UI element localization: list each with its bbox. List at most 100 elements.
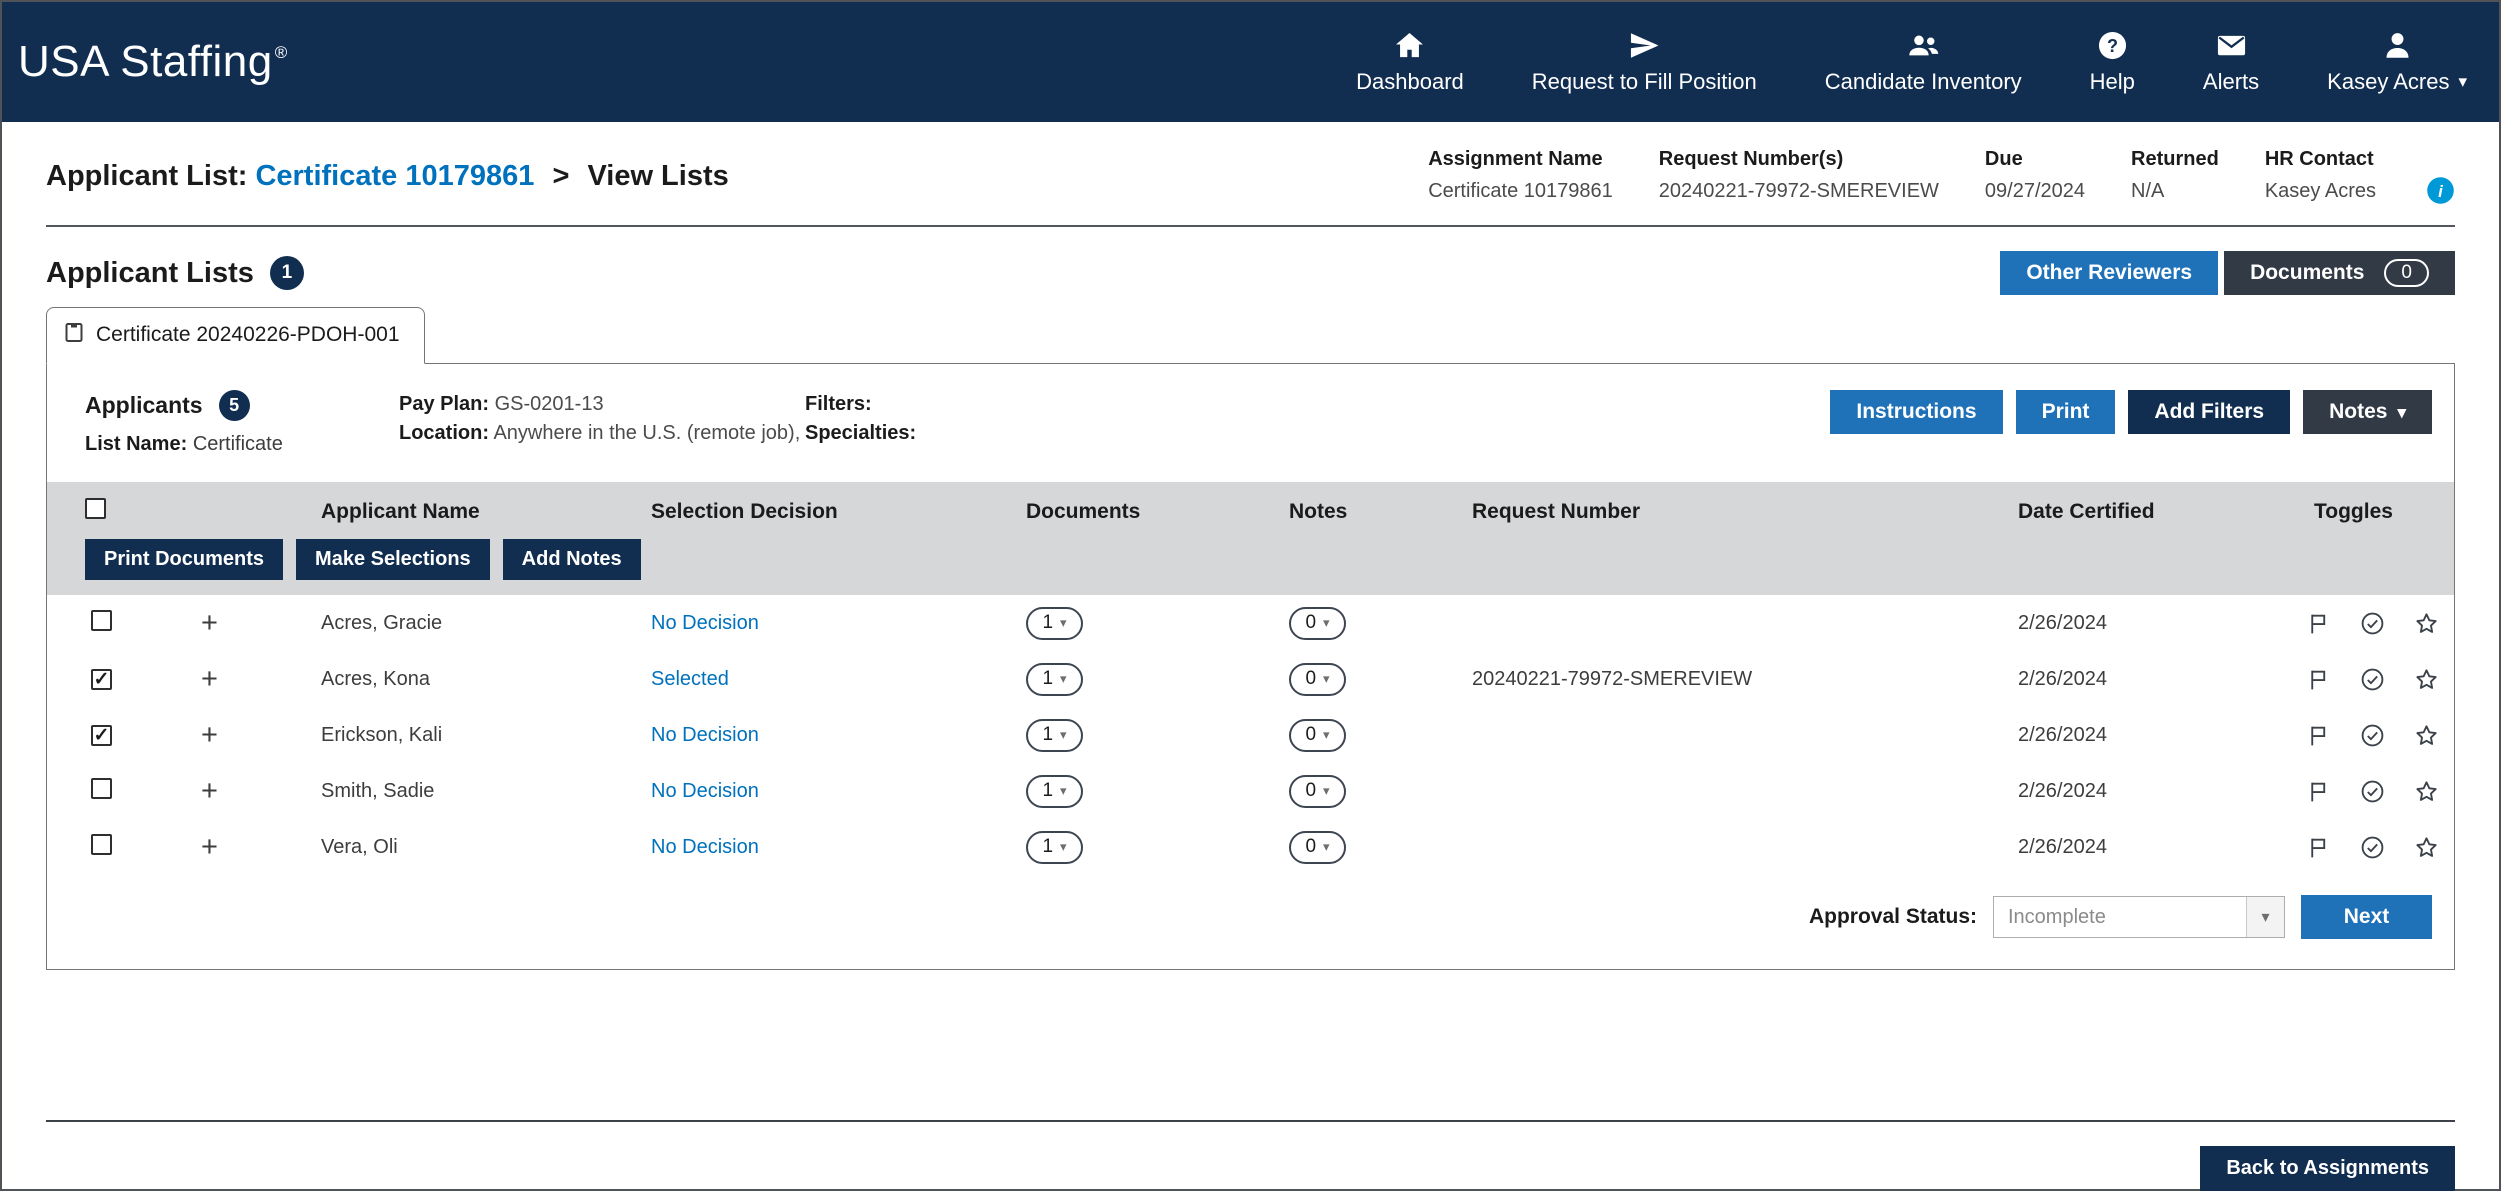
select-all-checkbox[interactable]: [85, 498, 106, 519]
top-navigation: USA Staffing® Dashboard Request to Fill …: [2, 2, 2499, 122]
applicant-name: Vera, Oli: [277, 836, 607, 859]
nav-alerts[interactable]: Alerts: [2203, 30, 2259, 95]
instructions-button[interactable]: Instructions: [1830, 390, 2002, 434]
date-certified: 2/26/2024: [1974, 612, 2270, 635]
documents-button[interactable]: Documents 0: [2224, 251, 2455, 295]
chevron-down-icon: ▾: [2246, 897, 2284, 937]
column-header-documents: Documents: [982, 500, 1245, 524]
check-circle-toggle-icon[interactable]: [2360, 779, 2385, 804]
check-circle-toggle-icon[interactable]: [2360, 723, 2385, 748]
flag-toggle-icon[interactable]: [2306, 723, 2331, 748]
row-checkbox[interactable]: [91, 834, 112, 855]
make-selections-button[interactable]: Make Selections: [296, 539, 490, 580]
chevron-down-icon: ▾: [2397, 404, 2406, 421]
certificate-link[interactable]: Certificate 10179861: [255, 160, 534, 192]
nav-dashboard[interactable]: Dashboard: [1356, 30, 1464, 95]
documents-count: 1: [1042, 836, 1053, 858]
chevron-down-icon: ▾: [1323, 727, 1330, 743]
column-header-notes: Notes: [1245, 500, 1428, 524]
documents-dropdown[interactable]: 1 ▾: [1026, 607, 1083, 640]
documents-dropdown[interactable]: 1 ▾: [1026, 719, 1083, 752]
row-checkbox[interactable]: [91, 669, 112, 690]
back-to-assignments-button[interactable]: Back to Assignments: [2200, 1146, 2455, 1191]
notes-button[interactable]: Notes ▾: [2303, 390, 2432, 434]
breadcrumb-separator: >: [552, 160, 569, 192]
notes-dropdown[interactable]: 0 ▾: [1289, 663, 1346, 696]
selection-decision-link[interactable]: No Decision: [651, 836, 759, 858]
tab-certificate[interactable]: Certificate 20240226-PDOH-001: [46, 307, 425, 364]
check-circle-toggle-icon[interactable]: [2360, 667, 2385, 692]
selection-decision-link[interactable]: Selected: [651, 668, 729, 690]
section-title: Applicant Lists: [46, 257, 254, 290]
chevron-down-icon: ▾: [1060, 727, 1067, 743]
info-icon[interactable]: i: [2426, 176, 2455, 205]
other-reviewers-button[interactable]: Other Reviewers: [2000, 251, 2218, 295]
row-toggles: [2270, 835, 2454, 860]
panel-info: Applicants 5 List Name: Certificate Pay …: [47, 364, 2454, 482]
add-filters-button[interactable]: Add Filters: [2128, 390, 2290, 434]
expand-row-icon[interactable]: +: [201, 775, 218, 807]
check-circle-toggle-icon[interactable]: [2360, 611, 2385, 636]
notes-dropdown[interactable]: 0 ▾: [1289, 719, 1346, 752]
expand-row-icon[interactable]: +: [201, 607, 218, 639]
flag-toggle-icon[interactable]: [2306, 667, 2331, 692]
print-documents-button[interactable]: Print Documents: [85, 539, 283, 580]
chevron-down-icon: ▾: [1323, 839, 1330, 855]
pay-plan-label: Pay Plan:: [399, 393, 489, 415]
notes-dropdown[interactable]: 0 ▾: [1289, 607, 1346, 640]
assignment-meta: Assignment Name Certificate 10179861 Req…: [1428, 148, 2455, 205]
column-header-request-number: Request Number: [1428, 500, 1974, 524]
documents-dropdown[interactable]: 1 ▾: [1026, 775, 1083, 808]
star-toggle-icon[interactable]: [2414, 835, 2439, 860]
selection-decision-link[interactable]: No Decision: [651, 724, 759, 746]
star-toggle-icon[interactable]: [2414, 723, 2439, 748]
expand-row-icon[interactable]: +: [201, 663, 218, 695]
nav-candidate-inventory[interactable]: Candidate Inventory: [1825, 30, 2022, 95]
column-header-toggles: Toggles: [2270, 500, 2454, 524]
print-button[interactable]: Print: [2016, 390, 2116, 434]
check-circle-toggle-icon[interactable]: [2360, 835, 2385, 860]
meta-label: HR Contact: [2265, 148, 2376, 171]
svg-text:?: ?: [2107, 35, 2118, 55]
app-logo[interactable]: USA Staffing®: [2, 37, 288, 87]
applicant-name: Erickson, Kali: [277, 724, 607, 747]
row-toggles: [2270, 611, 2454, 636]
specialties-label: Specialties:: [805, 419, 1830, 448]
notes-count: 0: [1305, 780, 1316, 802]
list-name-label: List Name:: [85, 433, 187, 455]
next-button[interactable]: Next: [2301, 895, 2432, 939]
expand-row-icon[interactable]: +: [201, 719, 218, 751]
table-header-row: Applicant Name Selection Decision Docume…: [47, 498, 2454, 525]
row-checkbox[interactable]: [91, 610, 112, 631]
nav-label: Request to Fill Position: [1532, 69, 1757, 95]
star-toggle-icon[interactable]: [2414, 667, 2439, 692]
star-toggle-icon[interactable]: [2414, 779, 2439, 804]
flag-toggle-icon[interactable]: [2306, 835, 2331, 860]
user-icon: [2382, 30, 2413, 61]
nav-user-menu[interactable]: Kasey Acres▾: [2327, 30, 2467, 95]
selection-decision-link[interactable]: No Decision: [651, 612, 759, 634]
nav-label: Kasey Acres▾: [2327, 69, 2467, 95]
add-notes-button[interactable]: Add Notes: [503, 539, 641, 580]
nav-help[interactable]: ? Help: [2090, 30, 2135, 95]
documents-dropdown[interactable]: 1 ▾: [1026, 663, 1083, 696]
notes-button-label: Notes: [2329, 400, 2387, 424]
documents-dropdown[interactable]: 1 ▾: [1026, 831, 1083, 864]
notes-dropdown[interactable]: 0 ▾: [1289, 831, 1346, 864]
page-header: Applicant List: Certificate 10179861 > V…: [46, 122, 2455, 227]
documents-count: 1: [1042, 612, 1053, 634]
expand-row-icon[interactable]: +: [201, 831, 218, 863]
selection-decision-link[interactable]: No Decision: [651, 780, 759, 802]
meta-hr-contact: HR Contact Kasey Acres: [2265, 148, 2376, 203]
flag-toggle-icon[interactable]: [2306, 611, 2331, 636]
row-checkbox[interactable]: [91, 725, 112, 746]
applicant-list-panel: Applicants 5 List Name: Certificate Pay …: [46, 363, 2455, 970]
applicant-table-body: + Acres, Gracie No Decision 1 ▾ 0 ▾ 2/2: [47, 595, 2454, 875]
nav-request-to-fill-position[interactable]: Request to Fill Position: [1532, 30, 1757, 95]
row-checkbox[interactable]: [91, 778, 112, 799]
notes-dropdown[interactable]: 0 ▾: [1289, 775, 1346, 808]
flag-toggle-icon[interactable]: [2306, 779, 2331, 804]
approval-status-select[interactable]: Incomplete ▾: [1993, 896, 2285, 938]
star-toggle-icon[interactable]: [2414, 611, 2439, 636]
row-toggles: [2270, 723, 2454, 748]
